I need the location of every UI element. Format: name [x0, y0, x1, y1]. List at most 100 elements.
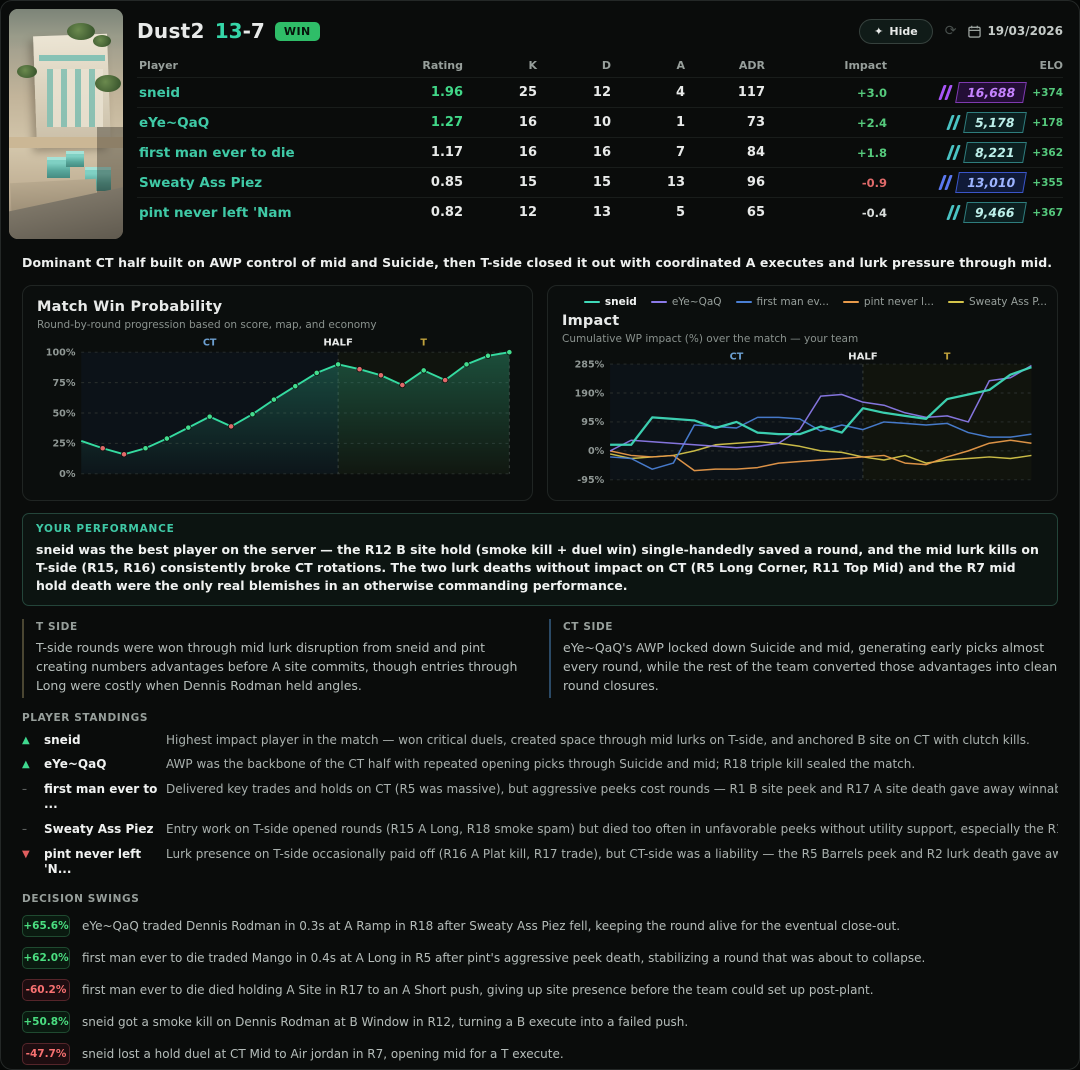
your-performance-panel: YOUR PERFORMANCE sneid was the best play… [22, 513, 1058, 607]
swing-row: -60.2% first man ever to die died holdin… [22, 978, 1058, 1001]
standing-player-name[interactable]: sneid [44, 733, 166, 749]
rating-value: 1.96 [430, 85, 463, 100]
svg-text:285%: 285% [575, 359, 605, 370]
legend-item[interactable]: pint never l... [842, 296, 934, 308]
elo-slash-icon [952, 145, 962, 160]
standing-player-name[interactable]: Sweaty Ass Piez [44, 822, 166, 838]
legend-item[interactable]: sneid [583, 296, 637, 308]
kills-value: 16 [518, 115, 537, 130]
top-section: Dust2 13-7 WIN ✦ Hide ⟳ 19/03/2026 Playe… [1, 1, 1079, 239]
palm-tree-icon [67, 23, 95, 40]
swing-row: +50.8% sneid got a smoke kill on Dennis … [22, 1010, 1058, 1033]
legend-line-icon [842, 301, 859, 303]
map-art-crate [66, 151, 84, 167]
player-name[interactable]: first man ever to die [137, 145, 399, 161]
match-header-and-table: Dust2 13-7 WIN ✦ Hide ⟳ 19/03/2026 Playe… [137, 9, 1063, 239]
svg-text:75%: 75% [52, 378, 75, 389]
elo-badge: 8,221 [963, 142, 1027, 163]
kills-value: 12 [518, 205, 537, 220]
impact-value: -0.4 [861, 205, 887, 220]
assists-value: 7 [675, 145, 685, 160]
standing-player-name[interactable]: first man ever to ... [44, 782, 166, 813]
legend-line-icon [583, 301, 600, 303]
elo-delta: +374 [1032, 86, 1063, 99]
palm-tree-icon [17, 65, 37, 78]
standing-row: ▼ pint never left 'N... Lurk presence on… [22, 847, 1058, 878]
refresh-icon[interactable]: ⟳ [945, 23, 957, 39]
table-row[interactable]: sneid 1.96 25 12 4 117 +3.0 16,688 +374 [137, 77, 1063, 107]
trend-flat-icon: – [22, 783, 27, 795]
swing-value-badge: -47.7% [22, 1042, 70, 1065]
player-table: Player Rating K D A ADR Impact ELO sneid… [137, 53, 1063, 227]
win-probability-card: Match Win Probability Round-by-round pro… [22, 285, 533, 501]
swing-value-badge: -60.2% [22, 978, 70, 1001]
impact-value: -0.9 [861, 175, 887, 190]
column-kills: K [528, 58, 537, 72]
elo-delta: +355 [1032, 176, 1063, 189]
elo-slash-icon [952, 205, 962, 220]
standing-description: AWP was the backbone of the CT half with… [166, 757, 916, 772]
match-title-group: Dust2 13-7 WIN [137, 19, 320, 43]
adr-value: 96 [746, 175, 765, 190]
player-name[interactable]: Sweaty Ass Piez [137, 175, 399, 191]
deaths-value: 13 [592, 205, 611, 220]
standing-description: Delivered key trades and holds on CT (R5… [166, 781, 1058, 796]
svg-text:0%: 0% [588, 446, 605, 457]
swing-description: first man ever to die traded Mango in 0.… [82, 950, 926, 965]
player-name[interactable]: sneid [137, 85, 399, 101]
swing-row: +65.6% eYe~QaQ traded Dennis Rodman in 0… [22, 914, 1058, 937]
adr-value: 84 [746, 145, 765, 160]
swing-description: eYe~QaQ traded Dennis Rodman in 0.3s at … [82, 918, 901, 933]
svg-text:-95%: -95% [577, 475, 605, 486]
impact-legend: sneid eYe~QaQ first man ev... pint never… [583, 296, 1047, 308]
assists-value: 1 [675, 115, 685, 130]
swing-description: sneid lost a hold duel at CT Mid to Air … [82, 1046, 564, 1061]
deaths-value: 15 [592, 175, 611, 190]
table-row[interactable]: pint never left 'Nam 0.82 12 13 5 65 -0.… [137, 197, 1063, 227]
header-controls: ✦ Hide ⟳ 19/03/2026 [859, 18, 1063, 44]
player-name[interactable]: eYe~QaQ [137, 115, 399, 131]
map-thumbnail[interactable] [9, 9, 123, 239]
impact-value: +1.8 [856, 145, 887, 160]
elo-slash-icon [952, 115, 962, 130]
standing-row: ▲ eYe~QaQ AWP was the backbone of the CT… [22, 757, 1058, 773]
t-side-label: T SIDE [36, 621, 78, 634]
legend-line-icon [650, 301, 667, 303]
legend-item[interactable]: first man ev... [735, 296, 829, 308]
elo-cell: 8,221 +362 [887, 142, 1063, 163]
chart-subtitle: Cumulative WP impact (%) over the match … [562, 333, 859, 345]
table-row[interactable]: first man ever to die 1.17 16 16 7 84 +1… [137, 137, 1063, 167]
hide-button[interactable]: ✦ Hide [859, 18, 933, 44]
trend-down-icon: ▼ [22, 848, 30, 860]
standings-rows: ▲ sneid Highest impact player in the mat… [22, 733, 1058, 878]
ct-side-text: eYe~QaQ's AWP locked down Suicide and mi… [563, 640, 1058, 693]
elo-badge: 9,466 [963, 202, 1027, 223]
standing-player-name[interactable]: eYe~QaQ [44, 757, 166, 773]
adr-value: 65 [746, 205, 765, 220]
elo-cell: 9,466 +367 [887, 202, 1063, 223]
adr-value: 73 [746, 115, 765, 130]
elo-delta: +178 [1032, 116, 1063, 129]
legend-item[interactable]: eYe~QaQ [650, 296, 722, 308]
column-player: Player [139, 58, 178, 72]
trend-up-icon: ▲ [22, 759, 30, 771]
assists-value: 4 [675, 85, 685, 100]
decision-swings-section: DECISION SWINGS +65.6% eYe~QaQ traded De… [22, 893, 1058, 1069]
table-row[interactable]: eYe~QaQ 1.27 16 10 1 73 +2.4 5,178 +178 [137, 107, 1063, 137]
standing-player-name[interactable]: pint never left 'N... [44, 847, 166, 878]
svg-text:HALF: HALF [323, 338, 353, 349]
score-separator: - [242, 19, 251, 43]
match-score: 13-7 [215, 19, 265, 43]
win-probability-chart: 100% 75% 50% 25% 0% CT HALF T [46, 338, 513, 480]
elo-cell: 5,178 +178 [887, 112, 1063, 133]
player-standings-section: PLAYER STANDINGS ▲ sneid Highest impact … [22, 712, 1058, 878]
legend-item[interactable]: Sweaty Ass P... [948, 296, 1047, 308]
player-name[interactable]: pint never left 'Nam [137, 205, 399, 221]
table-row[interactable]: Sweaty Ass Piez 0.85 15 15 13 96 -0.9 13… [137, 167, 1063, 197]
svg-text:0%: 0% [59, 469, 76, 480]
match-summary: Dominant CT half built on AWP control of… [22, 255, 1053, 270]
t-side-section: T SIDE T-side rounds were won through mi… [22, 619, 531, 698]
column-rating: Rating [422, 58, 463, 72]
swing-row: -47.7% sneid lost a hold duel at CT Mid … [22, 1042, 1058, 1065]
swing-value-badge: +50.8% [22, 1010, 70, 1033]
